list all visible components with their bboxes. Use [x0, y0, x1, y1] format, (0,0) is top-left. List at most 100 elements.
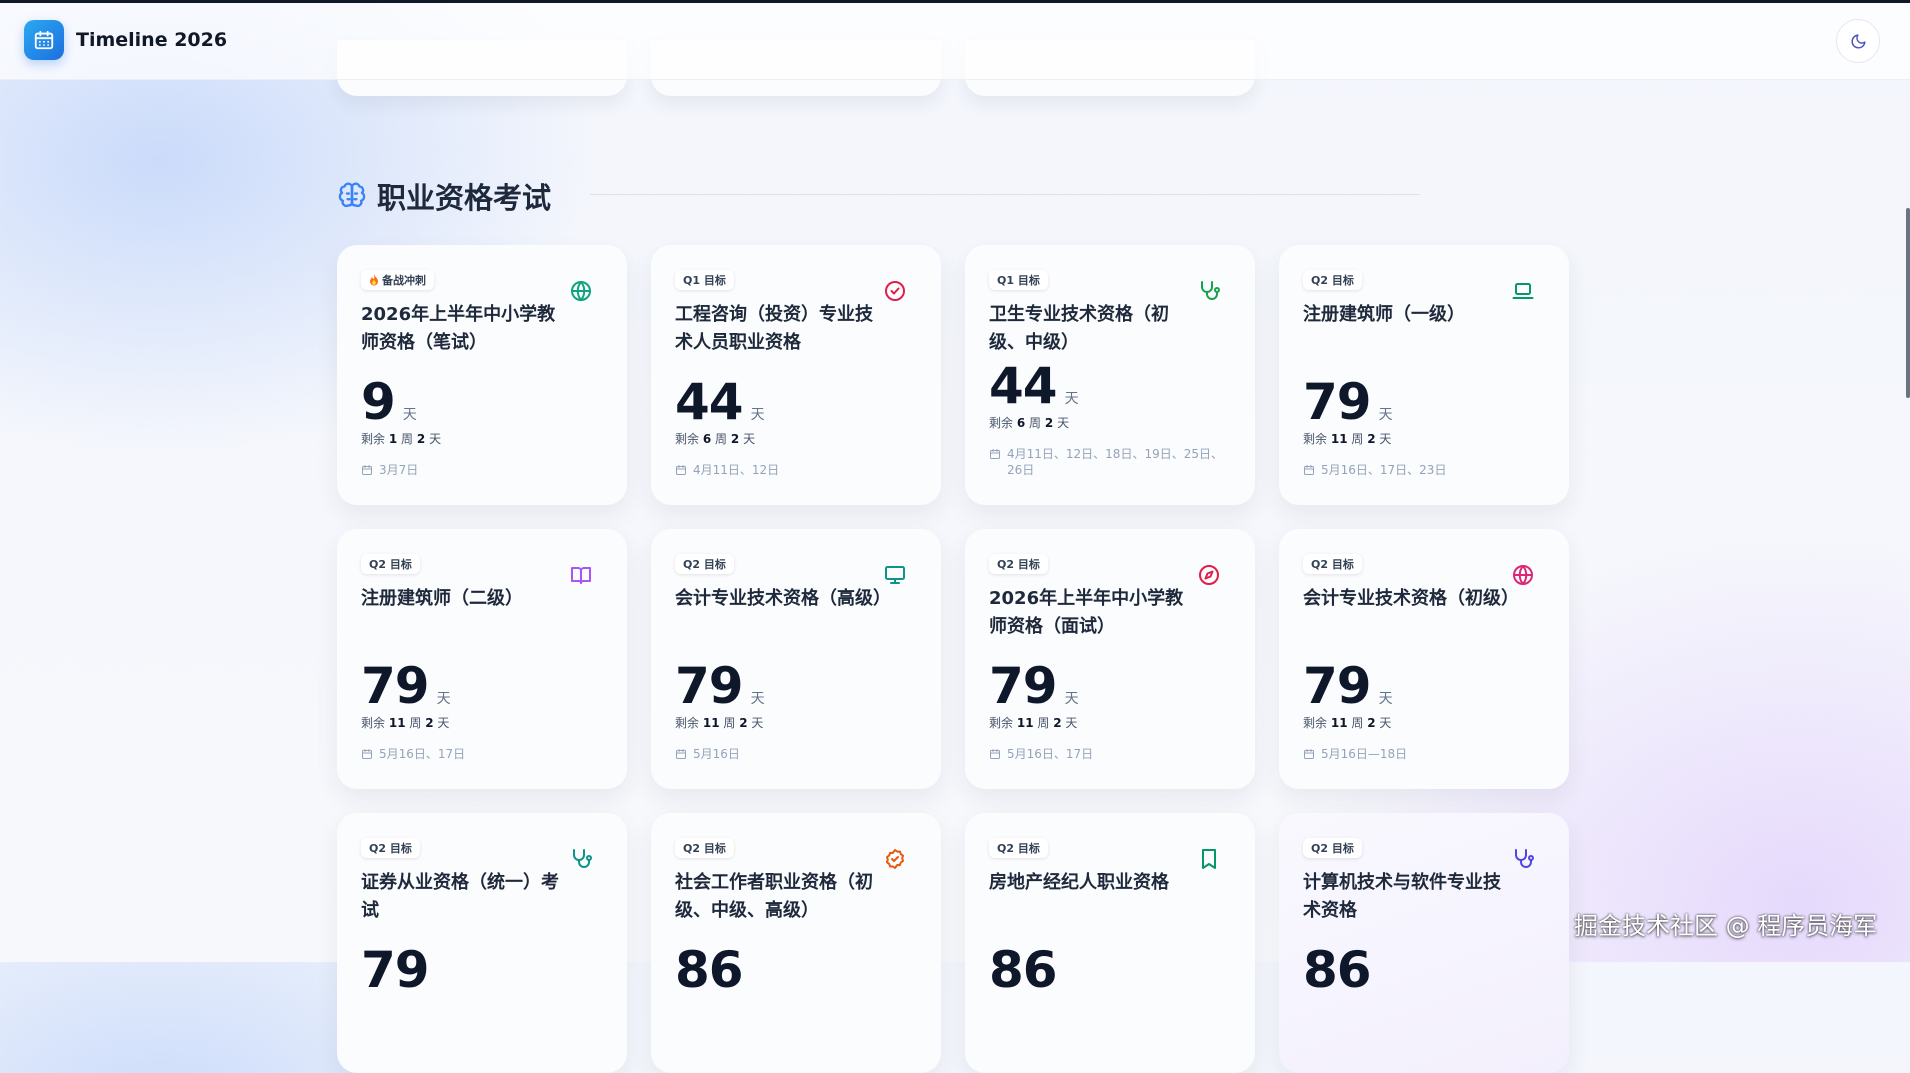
goal-badge: Q2 目标 [1303, 270, 1362, 290]
remaining-breakdown: 剩余 1 周 2 天 [361, 432, 442, 446]
exam-card[interactable]: Q2 目标 2026年上半年中小学教师资格（面试） 79 天剩余 11 周 2 天 5月… [965, 529, 1255, 789]
weeks-count: 11 [388, 716, 406, 730]
goal-badge: Q1 目标 [989, 270, 1048, 290]
remaining-breakdown: 剩余 11 周 2 天 [675, 716, 764, 730]
exam-card[interactable]: Q2 目标注册建筑师（一级） 79 天剩余 11 周 2 天 5月16日、17日、23… [1279, 245, 1569, 505]
brain-icon [338, 182, 366, 208]
badge-label: Q1 目标 [683, 274, 726, 287]
countdown: 79 天 [675, 659, 765, 713]
days-unit: 天 [750, 407, 765, 423]
exam-dates-text: 5月16日、17日 [379, 747, 466, 761]
days-remainder: 2 [425, 716, 434, 730]
countdown: 9天 [361, 375, 417, 429]
days-count: 79 [989, 657, 1058, 715]
badge-label: Q2 目标 [683, 558, 726, 571]
calendar-icon [1304, 749, 1314, 759]
scrollbar-thumb[interactable] [1906, 208, 1910, 398]
weeks-count: 6 [1016, 416, 1026, 430]
app-header: Timeline 2026 [0, 3, 1910, 80]
compass-icon [1199, 565, 1219, 585]
watermark: 掘金技术社区 @ 程序员海军 [1574, 912, 1878, 940]
badge-label: Q2 目标 [1311, 274, 1354, 287]
app-title: Timeline 2026 [76, 29, 228, 51]
countdown: 44 天 [675, 375, 765, 429]
days-count: 79 [1303, 373, 1372, 431]
section-header: 职业资格考试 [337, 176, 551, 216]
days-remainder: 2 [416, 432, 426, 446]
flame-icon [370, 274, 378, 286]
goal-badge: Q2 目标 [361, 838, 420, 858]
exam-card[interactable]: Q1 目标 卫生专业技术资格（初级、中级） 44 天剩余 6 周 2 天 4月11日、1… [965, 245, 1255, 505]
countdown: 79 天 [989, 659, 1079, 713]
exam-title: 社会工作者职业资格（初级、中级、高级） [675, 872, 873, 921]
remaining-breakdown: 剩余 6 周 2 天 [675, 432, 756, 446]
badge-label: Q2 目标 [369, 558, 412, 571]
days-unit: 天 [1378, 691, 1393, 707]
exam-title: 注册建筑师（一级） [1303, 304, 1465, 325]
exam-card[interactable]: Q2 目标 社会工作者职业资格（初级、中级、高级） 86 [651, 813, 941, 1073]
days-remainder: 2 [1053, 716, 1062, 730]
exam-card[interactable]: 备战冲刺 2026年上半年中小学教师资格（笔试） 9 天剩余 1 周 2 天 3月7日 [337, 245, 627, 505]
goal-badge: Q2 目标 [675, 554, 734, 574]
badge-label: Q1 目标 [997, 274, 1040, 287]
countdown: 44 天 [989, 359, 1079, 413]
days-remainder: 2 [730, 432, 740, 446]
remaining-breakdown: 剩余 11 周 2 天 [1303, 432, 1392, 446]
exam-dates-text: 4月11日、12日 [693, 463, 780, 477]
stethoscope-icon [573, 849, 592, 868]
days-unit: 天 [1378, 407, 1393, 423]
days-count: 79 [1303, 657, 1372, 715]
countdown: 79 [361, 943, 430, 997]
exam-card[interactable]: Q2 目标 证券从业资格（统一）考试 79 [337, 813, 627, 1073]
laptop-icon [1512, 283, 1534, 299]
exam-dates-text: 4月11日、12日、18日、19日、25日、26日 [1007, 447, 1223, 477]
badge-label: 备战冲刺 [382, 274, 426, 287]
exam-title: 会计专业技术资格（高级） [675, 588, 891, 609]
exam-dates: 4月11日、12日、18日、19日、25日、26日 [989, 446, 1229, 478]
exam-card[interactable]: Q2 目标 注册建筑师（二级） 79 天剩余 11 周 2 天 5月16日、17日 [337, 529, 627, 789]
exam-title: 会计专业技术资格（初级） [1303, 588, 1519, 609]
check-circle-icon [885, 281, 905, 301]
exam-card[interactable]: Q2 目标会计专业技术资格（高级） 79 天剩余 11 周 2 天 5月16日 [651, 529, 941, 789]
exam-card[interactable]: Q2 目标 房地产经纪人职业资格 86 [965, 813, 1255, 1073]
goal-badge: Q2 目标 [675, 838, 734, 858]
badge-label: Q2 目标 [1311, 842, 1354, 855]
goal-badge: 备战冲刺 [361, 270, 434, 290]
exam-dates: 4月11日、12日 [675, 462, 915, 478]
exam-title: 工程咨询（投资）专业技术人员职业资格 [675, 304, 873, 353]
goal-badge: Q2 目标 [989, 554, 1048, 574]
countdown: 86 [989, 941, 1058, 999]
badge-label: Q2 目标 [683, 842, 726, 855]
exam-dates-text: 5月16日、17日、23日 [1321, 463, 1447, 477]
calendar-icon [676, 749, 686, 759]
exam-title: 2026年上半年中小学教师资格（笔试） [361, 304, 556, 353]
bookmark-icon [1202, 849, 1216, 869]
book-open-icon [571, 567, 591, 584]
exam-card[interactable]: Q1 目标工程咨询（投资）专业技术人员职业资格 44 天剩余 6 周 2 天 4月11… [651, 245, 941, 505]
exam-dates-text: 5月16日—18日 [1321, 747, 1408, 761]
calendar-icon [990, 749, 1000, 759]
goal-badge: Q2 目标 [1303, 554, 1362, 574]
days-count: 86 [989, 941, 1058, 999]
calendar-icon [362, 465, 372, 475]
section-divider [590, 194, 1420, 195]
days-count: 79 [361, 657, 430, 715]
exam-dates: 5月16日、17日 [989, 746, 1229, 762]
days-remainder: 2 [1367, 716, 1376, 730]
exam-dates-text: 5月16日 [693, 747, 740, 761]
theme-toggle-button[interactable] [1836, 19, 1880, 63]
weeks-count: 11 [1330, 716, 1348, 730]
countdown: 79 天 [1303, 375, 1393, 429]
globe-icon [571, 281, 591, 301]
moon-icon [1851, 33, 1866, 48]
countdown: 79 天 [1303, 659, 1393, 713]
exam-card[interactable]: Q2 目标会计专业技术资格（初级） 79 天剩余 11 周 2 天 5月16日—18日 [1279, 529, 1569, 789]
days-remainder: 2 [1044, 416, 1054, 430]
remaining-breakdown: 剩余 11 周 2 天 [1303, 716, 1392, 730]
calendar-icon[interactable] [24, 20, 64, 60]
weeks-count: 1 [388, 432, 398, 446]
exam-card[interactable]: Q2 目标 计算机技术与软件专业技术资格 86 [1279, 813, 1569, 1073]
exam-dates: 5月16日 [675, 746, 915, 762]
days-unit: 天 [436, 691, 451, 707]
badge-label: Q2 目标 [997, 842, 1040, 855]
